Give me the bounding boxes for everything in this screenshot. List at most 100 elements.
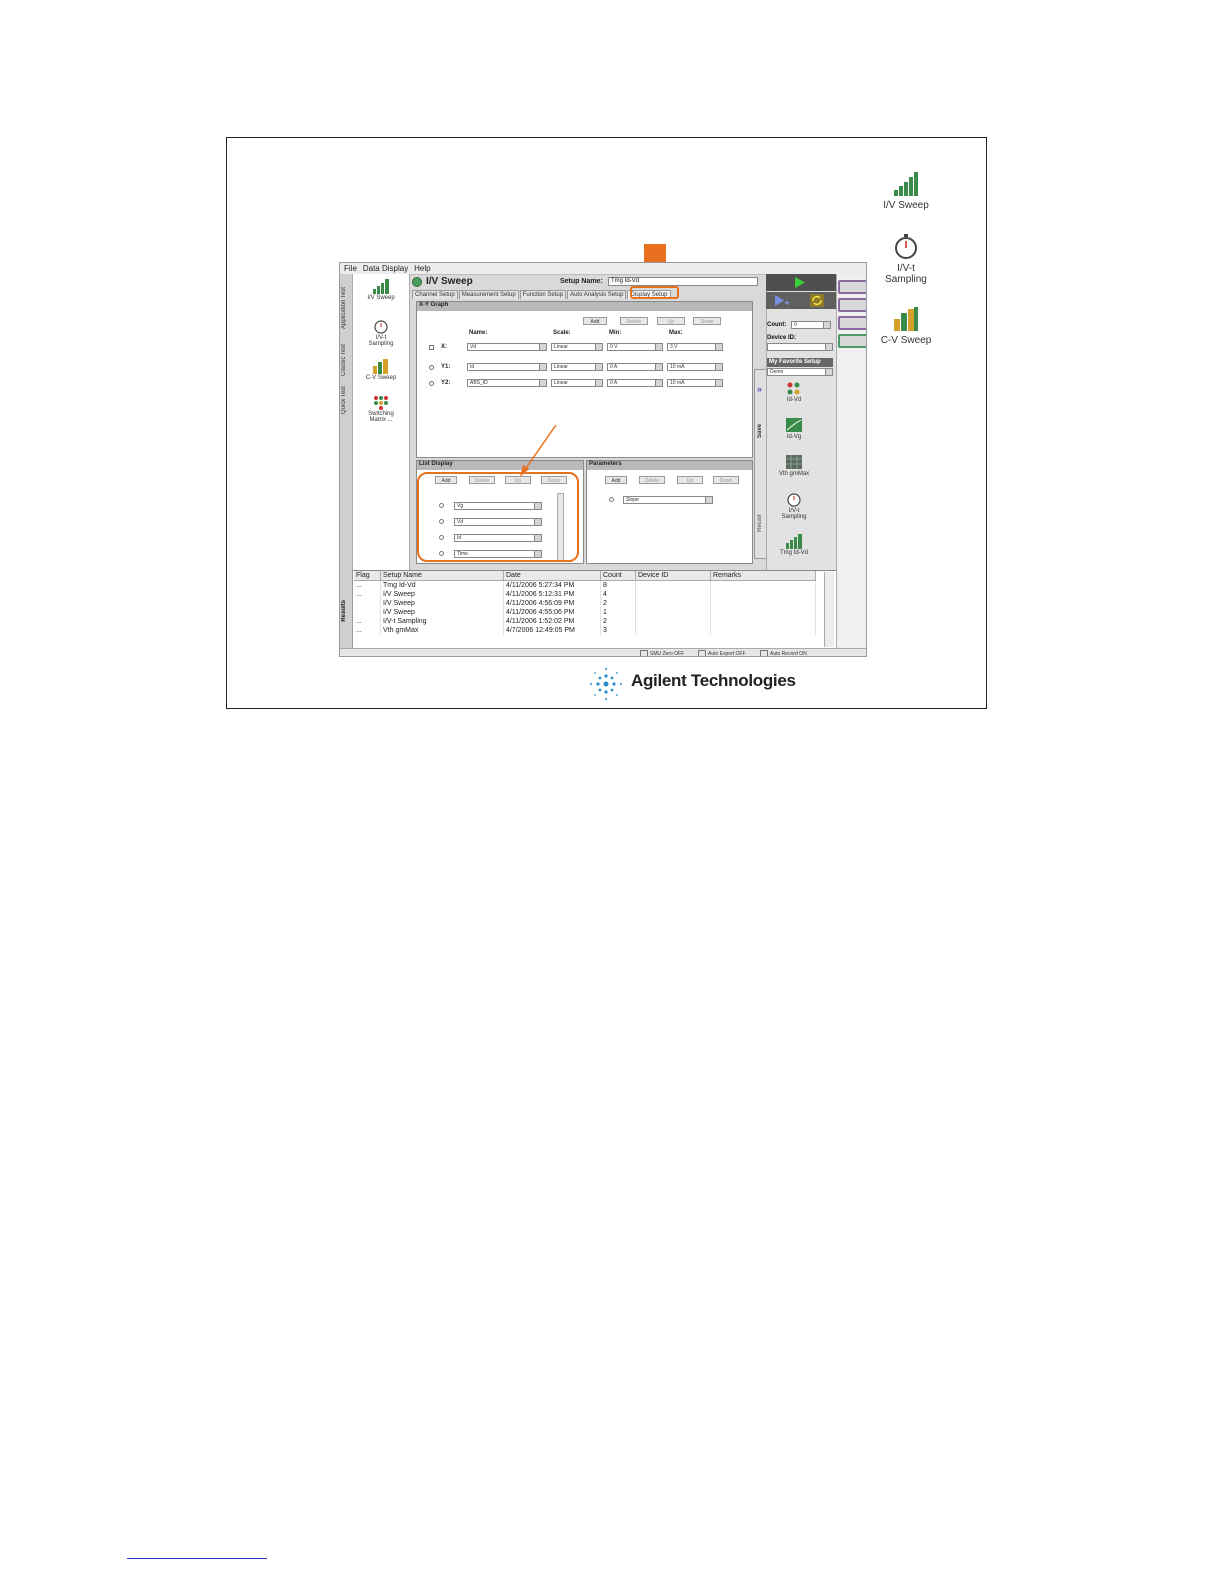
y2-scale-value: Linear: [554, 380, 568, 386]
results-tab[interactable]: Results: [340, 570, 353, 648]
expand-chevron-icon[interactable]: »: [757, 384, 762, 394]
menu-help[interactable]: Help: [414, 264, 430, 273]
cell-flag: [354, 599, 381, 608]
iv-sweep-icon: [786, 534, 802, 549]
table-row[interactable]: ... I/V Sweep 4/11/2006 5:12:31 PM 4: [354, 590, 816, 599]
desktop-icon-iv-sweep[interactable]: I/V Sweep: [871, 170, 941, 211]
param-down-button[interactable]: Down: [713, 476, 739, 484]
tab-application-test[interactable]: Application Test: [341, 278, 351, 338]
save-button[interactable]: Save: [757, 408, 763, 438]
col-date[interactable]: Date: [503, 571, 601, 581]
table-row[interactable]: ... Vth gmMax 4/7/2006 12:49:05 PM 3: [354, 626, 816, 635]
x-axis-label: X:: [441, 344, 447, 350]
setup-name-label: Setup Name:: [560, 278, 603, 285]
stopwatch-icon: [787, 493, 801, 507]
dropdown-arrow-icon: [595, 380, 602, 386]
favorite-group-select[interactable]: Demo: [767, 368, 833, 376]
repeat-icon[interactable]: [810, 294, 824, 307]
run-button[interactable]: [766, 274, 836, 291]
col-setup-name[interactable]: Setup Name: [380, 571, 504, 581]
instrument-button-1[interactable]: [838, 280, 866, 294]
table-row[interactable]: ... Tmg Id-Vd 4/11/2006 5:27:34 PM 8: [354, 580, 816, 590]
cell-count: 2: [600, 617, 636, 626]
col-remarks[interactable]: Remarks: [710, 571, 816, 581]
param-delete-button[interactable]: Delete: [639, 476, 665, 484]
test-item-switching-matrix[interactable]: Switching Matrix ...: [355, 394, 407, 423]
cv-sweep-icon: [373, 359, 388, 374]
y1-radio[interactable]: [429, 365, 434, 370]
append-run-icon[interactable]: [774, 295, 790, 306]
dropdown-arrow-icon: [595, 364, 602, 370]
col-count[interactable]: Count: [600, 571, 636, 581]
x-name-field[interactable]: Vd: [467, 343, 547, 351]
xy-add-button[interactable]: Add: [583, 317, 607, 325]
cell-setup-name: I/V Sweep: [380, 599, 504, 608]
y2-max-field[interactable]: 10 mA: [667, 379, 723, 387]
x-min-field[interactable]: 0 V: [607, 343, 663, 351]
tab-auto-analysis-setup[interactable]: Auto Analysis Setup: [567, 290, 627, 299]
param-add-button[interactable]: Add: [605, 476, 627, 484]
x-max-field[interactable]: 3 V: [667, 343, 723, 351]
play-icon: [795, 277, 805, 288]
table-row[interactable]: I/V Sweep 4/11/2006 4:56:09 PM 2: [354, 599, 816, 608]
table-row[interactable]: ... I/V-t Sampling 4/11/2006 1:52:02 PM 2: [354, 617, 816, 626]
xy-up-button[interactable]: Up: [657, 317, 685, 325]
x-scale-select[interactable]: Linear: [551, 343, 603, 351]
param-item-field[interactable]: Slope: [623, 496, 713, 504]
instrument-button-2[interactable]: [838, 298, 866, 312]
test-item-ivt-sampling[interactable]: I/V-t Sampling: [355, 318, 407, 347]
favorite-setup-header[interactable]: My Favorite Setup: [767, 358, 833, 367]
y2-max-value: 10 mA: [670, 380, 685, 386]
setup-name-field[interactable]: Tmg Id-Vd: [608, 277, 758, 286]
table-row[interactable]: I/V Sweep 4/11/2006 4:55:06 PM 1: [354, 608, 816, 617]
favorite-item[interactable]: I/V-t Sampling: [773, 491, 815, 520]
status-auto-record[interactable]: Auto Record ON: [760, 650, 807, 656]
menu-file[interactable]: File: [344, 264, 357, 273]
favorite-item[interactable]: Tmg Id-Vd: [773, 533, 815, 556]
favorite-item[interactable]: Vth gmMax: [773, 454, 815, 477]
status-auto-export[interactable]: Auto Export OFF: [698, 650, 746, 656]
param-radio[interactable]: [609, 497, 614, 502]
recall-button[interactable]: Recall: [757, 502, 763, 532]
setup-status-icon: [412, 277, 422, 287]
test-item-iv-sweep[interactable]: I/V Sweep: [355, 278, 407, 301]
y1-name-field[interactable]: Id: [467, 363, 547, 371]
desktop-icon-cv-sweep[interactable]: C-V Sweep: [871, 305, 941, 346]
tab-measurement-setup[interactable]: Measurement Setup: [458, 290, 519, 299]
xy-delete-button[interactable]: Delete: [620, 317, 648, 325]
x-checkbox[interactable]: [429, 345, 434, 350]
spin-icon: [715, 344, 722, 350]
y2-min-field[interactable]: 0 A: [607, 379, 663, 387]
xy-down-button[interactable]: Down: [693, 317, 721, 325]
y2-name-field[interactable]: ABS_ID: [467, 379, 547, 387]
tab-classic-test[interactable]: Classic Test: [341, 340, 351, 380]
y1-max-field[interactable]: 10 mA: [667, 363, 723, 371]
desktop-icon-ivt-sampling[interactable]: I/V-t Sampling: [871, 233, 941, 285]
tab-quick-test[interactable]: Quick Test: [341, 382, 351, 418]
device-id-field[interactable]: [767, 343, 833, 351]
favorite-item[interactable]: Id-Vd: [773, 380, 815, 403]
favorite-item[interactable]: Id-Vg: [773, 417, 815, 440]
footer-rule: [127, 1558, 267, 1559]
results-tab-label: Results: [341, 600, 347, 622]
status-smu-zero[interactable]: SMU Zero OFF: [640, 650, 684, 656]
tab-channel-setup[interactable]: Channel Setup: [412, 290, 458, 299]
y2-scale-select[interactable]: Linear: [551, 379, 603, 387]
menu-data-display[interactable]: Data Display: [363, 264, 408, 273]
col-flag[interactable]: Flag: [354, 571, 381, 581]
instrument-button-3[interactable]: [838, 316, 866, 330]
y1-min-value: 0 A: [610, 364, 618, 370]
agilent-logo-text: Agilent Technologies: [631, 671, 796, 690]
instrument-button-4[interactable]: [838, 334, 866, 348]
y2-radio[interactable]: [429, 381, 434, 386]
results-scrollbar[interactable]: [824, 572, 834, 647]
count-field[interactable]: 0: [791, 321, 831, 329]
tab-function-setup[interactable]: Function Setup: [519, 290, 567, 299]
y1-scale-select[interactable]: Linear: [551, 363, 603, 371]
param-up-button[interactable]: Up: [677, 476, 703, 484]
category-tabs: Application Test Classic Test Quick Test: [340, 274, 353, 570]
test-item-cv-sweep[interactable]: C-V Sweep: [355, 358, 407, 381]
parameters-panel: Parameters Add Delete Up Down Slope: [586, 460, 753, 564]
y1-min-field[interactable]: 0 A: [607, 363, 663, 371]
col-device-id[interactable]: Device ID: [635, 571, 711, 581]
